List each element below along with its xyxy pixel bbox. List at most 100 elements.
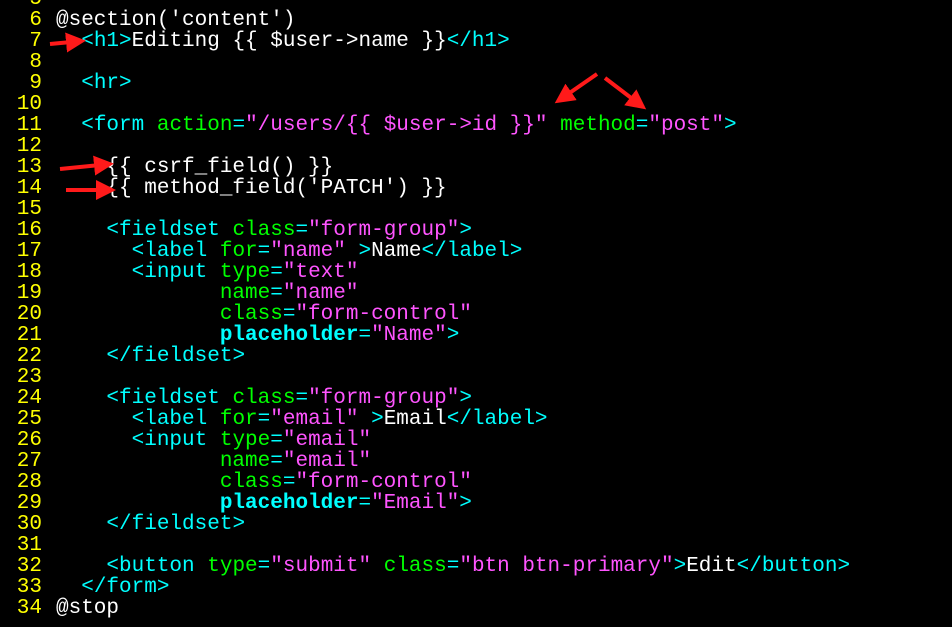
code-line[interactable]: 20 class="form-control" bbox=[0, 304, 952, 325]
line-number: 7 bbox=[29, 30, 42, 53]
code-token-str: "Email" bbox=[371, 492, 460, 515]
code-line[interactable]: 30 </fieldset> bbox=[0, 514, 952, 535]
code-token-str: "form-control" bbox=[295, 471, 472, 494]
code-text[interactable]: <fieldset class="form-group"> bbox=[56, 387, 472, 410]
code-token-tag: <input bbox=[131, 261, 220, 284]
code-token-attr: class bbox=[383, 555, 447, 578]
code-text[interactable]: <label for="email" >Email</label> bbox=[56, 408, 548, 431]
code-text[interactable]: <input type="text" bbox=[56, 261, 359, 284]
code-line[interactable]: 9 <hr> bbox=[0, 73, 952, 94]
code-text[interactable]: <input type="email" bbox=[56, 429, 371, 452]
code-text[interactable]: class="form-control" bbox=[56, 471, 472, 494]
line-number: 20 bbox=[16, 303, 42, 326]
code-token-tag: = bbox=[270, 450, 283, 473]
code-token-tag: = bbox=[270, 282, 283, 305]
code-token-text: {{ method_field('PATCH') }} bbox=[56, 177, 447, 200]
code-token-tag: </label> bbox=[421, 240, 523, 263]
code-text[interactable]: <button type="submit" class="btn btn-pri… bbox=[56, 555, 850, 578]
code-text[interactable]: </fieldset> bbox=[56, 513, 245, 536]
code-token-tag: > bbox=[358, 408, 384, 431]
code-text[interactable]: <label for="name" >Name</label> bbox=[56, 240, 523, 263]
code-line[interactable]: 19 name="name" bbox=[0, 283, 952, 304]
code-line[interactable]: 16 <fieldset class="form-group"> bbox=[0, 220, 952, 241]
line-number: 26 bbox=[16, 429, 42, 452]
line-number: 22 bbox=[16, 345, 42, 368]
code-line[interactable]: 14 {{ method_field('PATCH') }} bbox=[0, 178, 952, 199]
line-number: 32 bbox=[16, 555, 42, 578]
code-token-tag: = bbox=[635, 114, 649, 137]
code-line[interactable]: 17 <label for="name" >Name</label> bbox=[0, 241, 952, 262]
code-text[interactable]: <h1>Editing {{ $user->name }}</h1> bbox=[56, 30, 510, 53]
code-token-tag: </form> bbox=[81, 576, 170, 599]
code-line[interactable]: 8 bbox=[0, 52, 952, 73]
code-line[interactable]: 34 @stop bbox=[0, 598, 952, 619]
code-token-text: Edit bbox=[686, 555, 737, 578]
line-number: 9 bbox=[29, 72, 42, 95]
code-line[interactable]: 27 name="email" bbox=[0, 451, 952, 472]
code-text[interactable]: @section('content') bbox=[56, 9, 295, 32]
code-token-str: "/users/{{ $user->id }}" bbox=[245, 114, 548, 137]
code-line[interactable]: 12 bbox=[0, 136, 952, 157]
line-number: 15 bbox=[16, 198, 42, 221]
code-line[interactable]: 6 @section('content') bbox=[0, 10, 952, 31]
code-editor[interactable]: 56@section('content')7 <h1>Editing {{ $u… bbox=[0, 0, 952, 619]
code-line[interactable]: 13 {{ csrf_field() }} bbox=[0, 157, 952, 178]
code-line[interactable]: 23 bbox=[0, 367, 952, 388]
code-text[interactable]: name="name" bbox=[56, 282, 359, 305]
code-token-str: "submit" bbox=[270, 555, 372, 578]
code-line[interactable]: 24 <fieldset class="form-group"> bbox=[0, 388, 952, 409]
code-token-str: "email" bbox=[270, 408, 359, 431]
code-token-str: "form-group" bbox=[308, 387, 460, 410]
code-line[interactable]: 32 <button type="submit" class="btn btn-… bbox=[0, 556, 952, 577]
code-text[interactable]: <form action="/users/{{ $user->id }}" me… bbox=[56, 114, 736, 137]
code-token-tag: = bbox=[257, 240, 271, 263]
code-line[interactable]: 28 class="form-control" bbox=[0, 472, 952, 493]
code-token-tag: = bbox=[270, 261, 283, 284]
code-line[interactable]: 11 <form action="/users/{{ $user->id }}"… bbox=[0, 115, 952, 136]
code-text[interactable]: placeholder="Email"> bbox=[56, 492, 472, 515]
code-line[interactable]: 25 <label for="email" >Email</label> bbox=[0, 409, 952, 430]
code-text[interactable]: <fieldset class="form-group"> bbox=[56, 219, 472, 242]
code-text[interactable]: {{ csrf_field() }} bbox=[56, 156, 333, 179]
code-text[interactable]: @stop bbox=[56, 597, 119, 620]
line-number: 18 bbox=[16, 261, 42, 284]
code-text[interactable]: placeholder="Name"> bbox=[56, 324, 459, 347]
code-line[interactable]: 33 </form> bbox=[0, 577, 952, 598]
code-token-tag: = bbox=[358, 492, 372, 515]
code-token-attr: class bbox=[219, 303, 283, 326]
line-number: 19 bbox=[16, 282, 42, 305]
code-line[interactable]: 21 placeholder="Name"> bbox=[0, 325, 952, 346]
code-line[interactable]: 31 bbox=[0, 535, 952, 556]
code-line[interactable]: 15 bbox=[0, 199, 952, 220]
code-text[interactable]: class="form-control" bbox=[56, 303, 472, 326]
code-text[interactable]: </fieldset> bbox=[56, 345, 245, 368]
line-number: 30 bbox=[16, 513, 42, 536]
code-line[interactable]: 18 <input type="text" bbox=[0, 262, 952, 283]
code-text[interactable]: </form> bbox=[56, 576, 169, 599]
code-text[interactable]: <hr> bbox=[56, 72, 131, 95]
line-number: 6 bbox=[29, 9, 42, 32]
code-line[interactable]: 10 bbox=[0, 94, 952, 115]
code-token-tag: <label bbox=[131, 240, 220, 263]
code-line[interactable]: 26 <input type="email" bbox=[0, 430, 952, 451]
code-token-tag: = bbox=[295, 387, 309, 410]
code-text[interactable]: name="email" bbox=[56, 450, 371, 473]
code-line[interactable]: 7 <h1>Editing {{ $user->name }}</h1> bbox=[0, 31, 952, 52]
code-token-text: Email bbox=[383, 408, 447, 431]
code-line[interactable]: 29 placeholder="Email"> bbox=[0, 493, 952, 514]
code-line[interactable]: 22 </fieldset> bbox=[0, 346, 952, 367]
code-token-tag: = bbox=[295, 219, 309, 242]
code-token-str: "post" bbox=[648, 114, 724, 137]
code-token-str: "text" bbox=[282, 261, 359, 284]
code-token-tag: = bbox=[232, 114, 246, 137]
code-text[interactable]: {{ method_field('PATCH') }} bbox=[56, 177, 447, 200]
